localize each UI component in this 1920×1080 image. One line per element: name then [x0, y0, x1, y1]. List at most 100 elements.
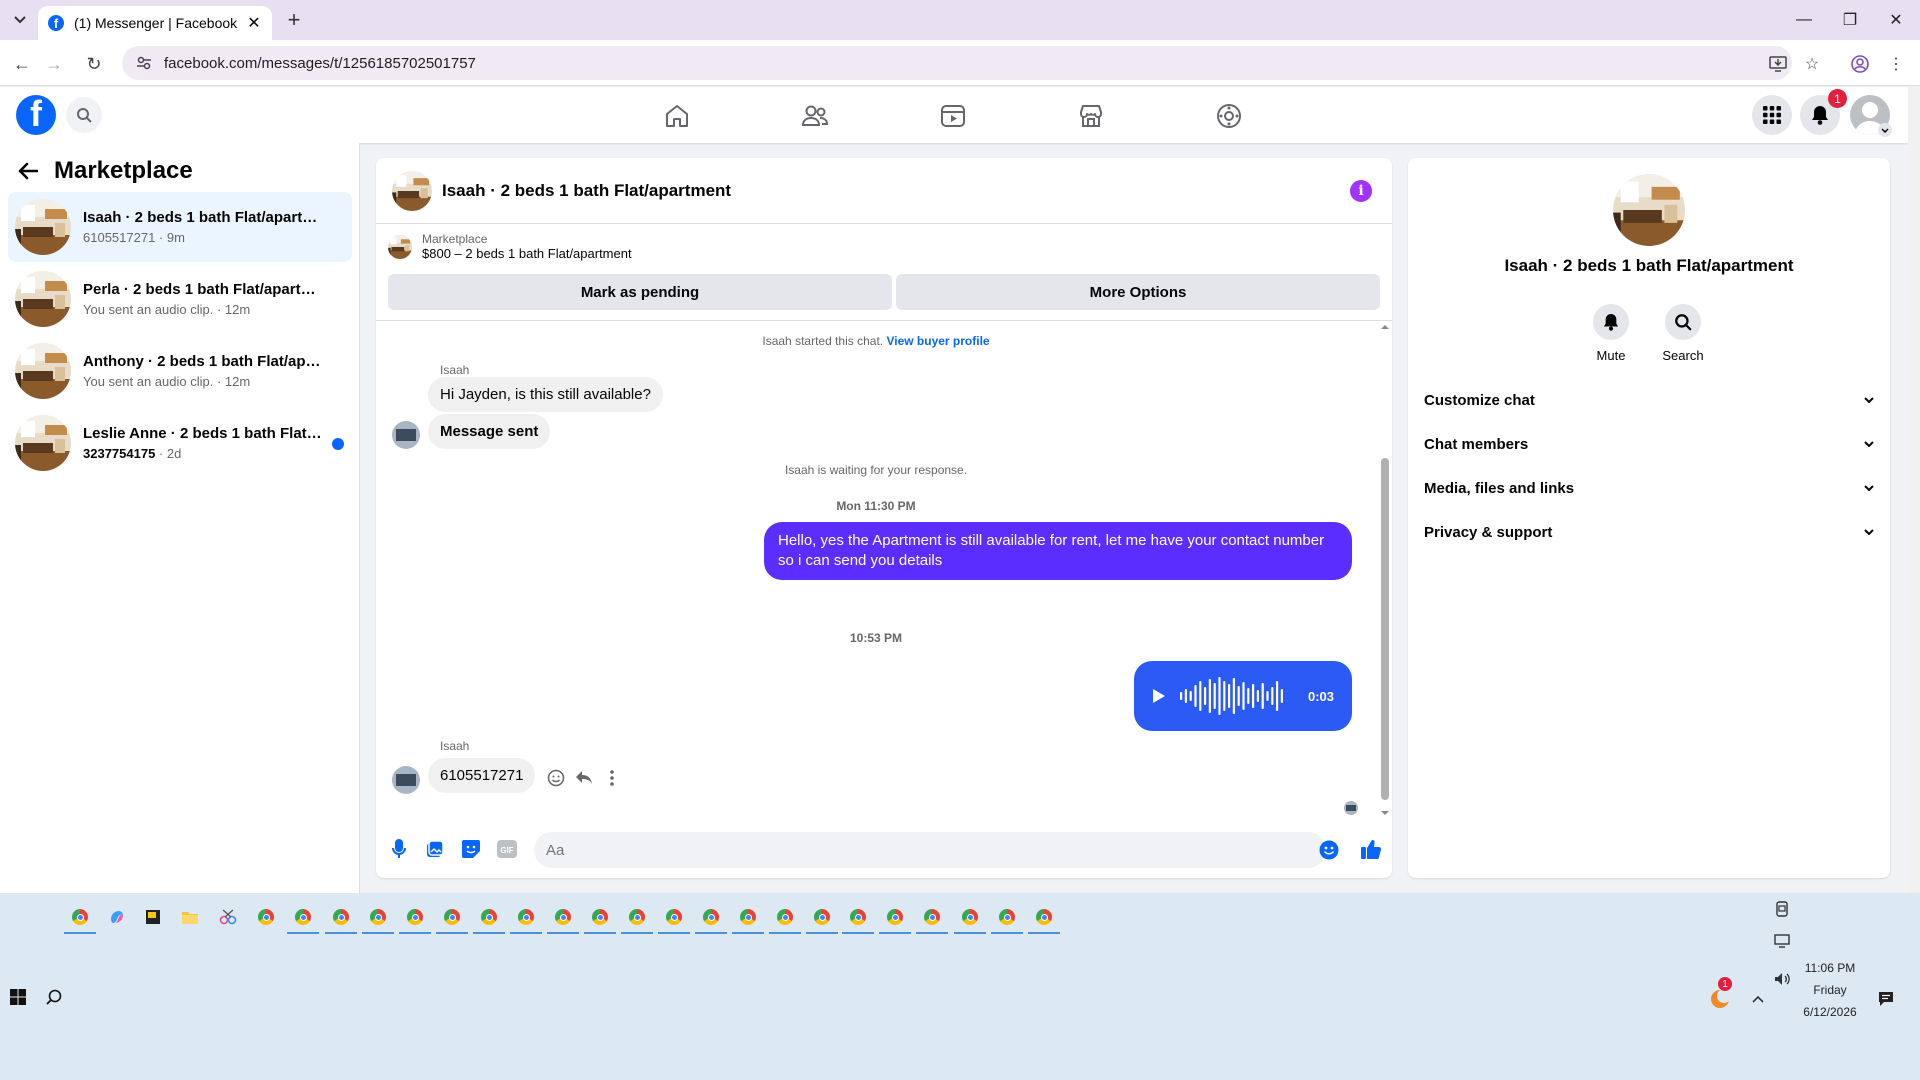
page-scrollbar[interactable]	[1908, 87, 1920, 893]
chrome-app-icon[interactable]	[621, 905, 653, 934]
install-app-icon[interactable]	[1766, 52, 1790, 76]
notification-center-icon[interactable]	[1874, 987, 1898, 1011]
nav-friends-icon[interactable]	[800, 101, 830, 131]
chrome-app-icon[interactable]	[547, 905, 579, 934]
play-icon[interactable]	[1152, 688, 1166, 704]
site-info-icon[interactable]	[136, 55, 152, 71]
bookmark-star-icon[interactable]: ☆	[1800, 52, 1824, 76]
chrome-app-icon[interactable]	[695, 905, 727, 934]
scroll-thumb[interactable]	[1381, 458, 1389, 800]
show-hidden-icons-button[interactable]	[1746, 987, 1770, 1011]
start-button[interactable]	[6, 985, 30, 1009]
chrome-app-icon[interactable]	[769, 905, 801, 934]
customize-chat-section[interactable]: Customize chat	[1424, 382, 1874, 418]
nav-home-icon[interactable]	[662, 101, 692, 131]
minimize-window-button[interactable]: —	[1786, 8, 1822, 32]
address-bar[interactable]: facebook.com/messages/t/1256185702501757	[122, 46, 1792, 80]
emoji-icon[interactable]	[1316, 837, 1342, 863]
chat-members-section[interactable]: Chat members	[1424, 426, 1874, 462]
conversation-item-perla[interactable]: Perla · 2 beds 1 bath Flat/apartment You…	[8, 264, 352, 334]
chrome-app-icon[interactable]	[879, 905, 911, 934]
scroll-down-icon[interactable]	[1380, 810, 1390, 816]
more-options-button[interactable]: More Options	[896, 274, 1380, 310]
chrome-app-icon[interactable]	[254, 905, 278, 929]
tab-search-button[interactable]	[8, 10, 32, 30]
sticky-notes-icon[interactable]	[141, 905, 165, 929]
incoming-message[interactable]: Hi Jayden, is this still available?	[428, 377, 663, 412]
menu-grid-button[interactable]	[1752, 95, 1792, 135]
info-icon[interactable]: i	[1350, 180, 1372, 202]
snipping-tool-icon[interactable]	[216, 905, 240, 929]
weather-app-icon[interactable]	[1708, 987, 1732, 1011]
message-scrollbar[interactable]	[1378, 324, 1390, 816]
mute-button[interactable]: Mute	[1579, 304, 1643, 363]
display-icon[interactable]	[1770, 929, 1794, 953]
close-tab-icon[interactable]: ✕	[246, 15, 262, 32]
restore-window-button[interactable]: ❐	[1832, 8, 1868, 32]
listing-large-thumbnail[interactable]	[1613, 174, 1685, 246]
reload-button[interactable]: ↻	[82, 52, 106, 76]
facebook-logo-icon[interactable]: f	[16, 95, 56, 135]
message-input[interactable]	[534, 832, 1326, 868]
incoming-message[interactable]: 6105517271	[428, 758, 536, 793]
chrome-app-icon[interactable]	[287, 905, 319, 934]
thumbs-up-icon[interactable]	[1358, 836, 1384, 862]
browser-menu-icon[interactable]: ⋮	[1884, 52, 1908, 76]
reply-icon[interactable]	[570, 764, 598, 792]
chrome-app-icon[interactable]	[510, 905, 542, 934]
chrome-app-icon[interactable]	[916, 905, 948, 934]
chrome-app-icon[interactable]	[1028, 905, 1060, 934]
conversation-item-isaah[interactable]: Isaah · 2 beds 1 bath Flat/apartment 610…	[8, 192, 352, 262]
react-icon[interactable]	[542, 764, 570, 792]
back-button[interactable]: ←	[10, 52, 34, 76]
new-tab-button[interactable]: +	[282, 7, 306, 32]
chrome-app-icon[interactable]	[436, 905, 468, 934]
back-arrow-icon[interactable]	[18, 162, 38, 180]
view-buyer-profile-link[interactable]: View buyer profile	[886, 334, 989, 348]
more-vertical-icon[interactable]	[598, 764, 626, 792]
chrome-app-icon[interactable]	[954, 905, 986, 934]
search-button[interactable]	[66, 97, 102, 133]
conversation-item-leslie-anne[interactable]: Leslie Anne · 2 beds 1 bath Flat/a... 32…	[8, 408, 352, 478]
chrome-app-icon[interactable]	[806, 905, 838, 934]
microphone-icon[interactable]	[386, 836, 412, 862]
nav-gaming-icon[interactable]	[1214, 101, 1244, 131]
account-chevron-icon[interactable]	[1878, 123, 1892, 137]
browser-tab-messenger[interactable]: f (1) Messenger | Facebook ✕	[38, 6, 272, 40]
nav-marketplace-icon[interactable]	[1076, 101, 1106, 131]
incoming-message[interactable]: Message sent	[428, 414, 551, 449]
chat-title[interactable]: Isaah · 2 beds 1 bath Flat/apartment	[442, 181, 731, 201]
audio-message[interactable]: 0:03	[1134, 661, 1352, 731]
chrome-app-icon[interactable]	[399, 905, 431, 934]
forward-button[interactable]: →	[42, 52, 66, 76]
chrome-app-icon[interactable]	[473, 905, 505, 934]
search-in-conversation-button[interactable]: Search	[1651, 304, 1715, 363]
chat-thumbnail[interactable]	[392, 170, 432, 211]
photo-icon[interactable]	[422, 836, 448, 862]
conversation-item-anthony[interactable]: Anthony · 2 beds 1 bath Flat/apart... Yo…	[8, 336, 352, 406]
scroll-up-icon[interactable]	[1380, 324, 1390, 330]
taskbar-clock[interactable]: 11:06 PM Friday 6/12/2026	[1790, 957, 1870, 1023]
file-explorer-icon[interactable]	[178, 905, 202, 929]
chrome-app-icon[interactable]	[325, 905, 357, 934]
media-files-links-section[interactable]: Media, files and links	[1424, 470, 1874, 506]
profile-icon[interactable]	[1848, 52, 1872, 76]
copilot-app-icon[interactable]	[105, 905, 129, 929]
mark-as-pending-button[interactable]: Mark as pending	[388, 274, 892, 310]
chrome-app-icon[interactable]	[732, 905, 764, 934]
nav-video-icon[interactable]	[938, 101, 968, 131]
listing-summary[interactable]: Marketplace $800 – 2 beds 1 bath Flat/ap…	[388, 232, 632, 261]
taskbar-search-button[interactable]	[42, 985, 66, 1009]
chrome-app-icon[interactable]	[658, 905, 690, 934]
gif-icon[interactable]: GIF	[494, 836, 520, 862]
outgoing-message[interactable]: Hello, yes the Apartment is still availa…	[764, 522, 1352, 580]
chrome-app-icon[interactable]	[842, 905, 874, 934]
device-icon[interactable]	[1770, 897, 1794, 921]
chrome-app-icon[interactable]	[991, 905, 1023, 934]
sticker-icon[interactable]	[458, 836, 484, 862]
chrome-app-icon[interactable]	[64, 905, 96, 934]
close-window-button[interactable]: ✕	[1878, 8, 1914, 32]
privacy-support-section[interactable]: Privacy & support	[1424, 514, 1874, 550]
chrome-app-icon[interactable]	[362, 905, 394, 934]
chrome-app-icon[interactable]	[584, 905, 616, 934]
